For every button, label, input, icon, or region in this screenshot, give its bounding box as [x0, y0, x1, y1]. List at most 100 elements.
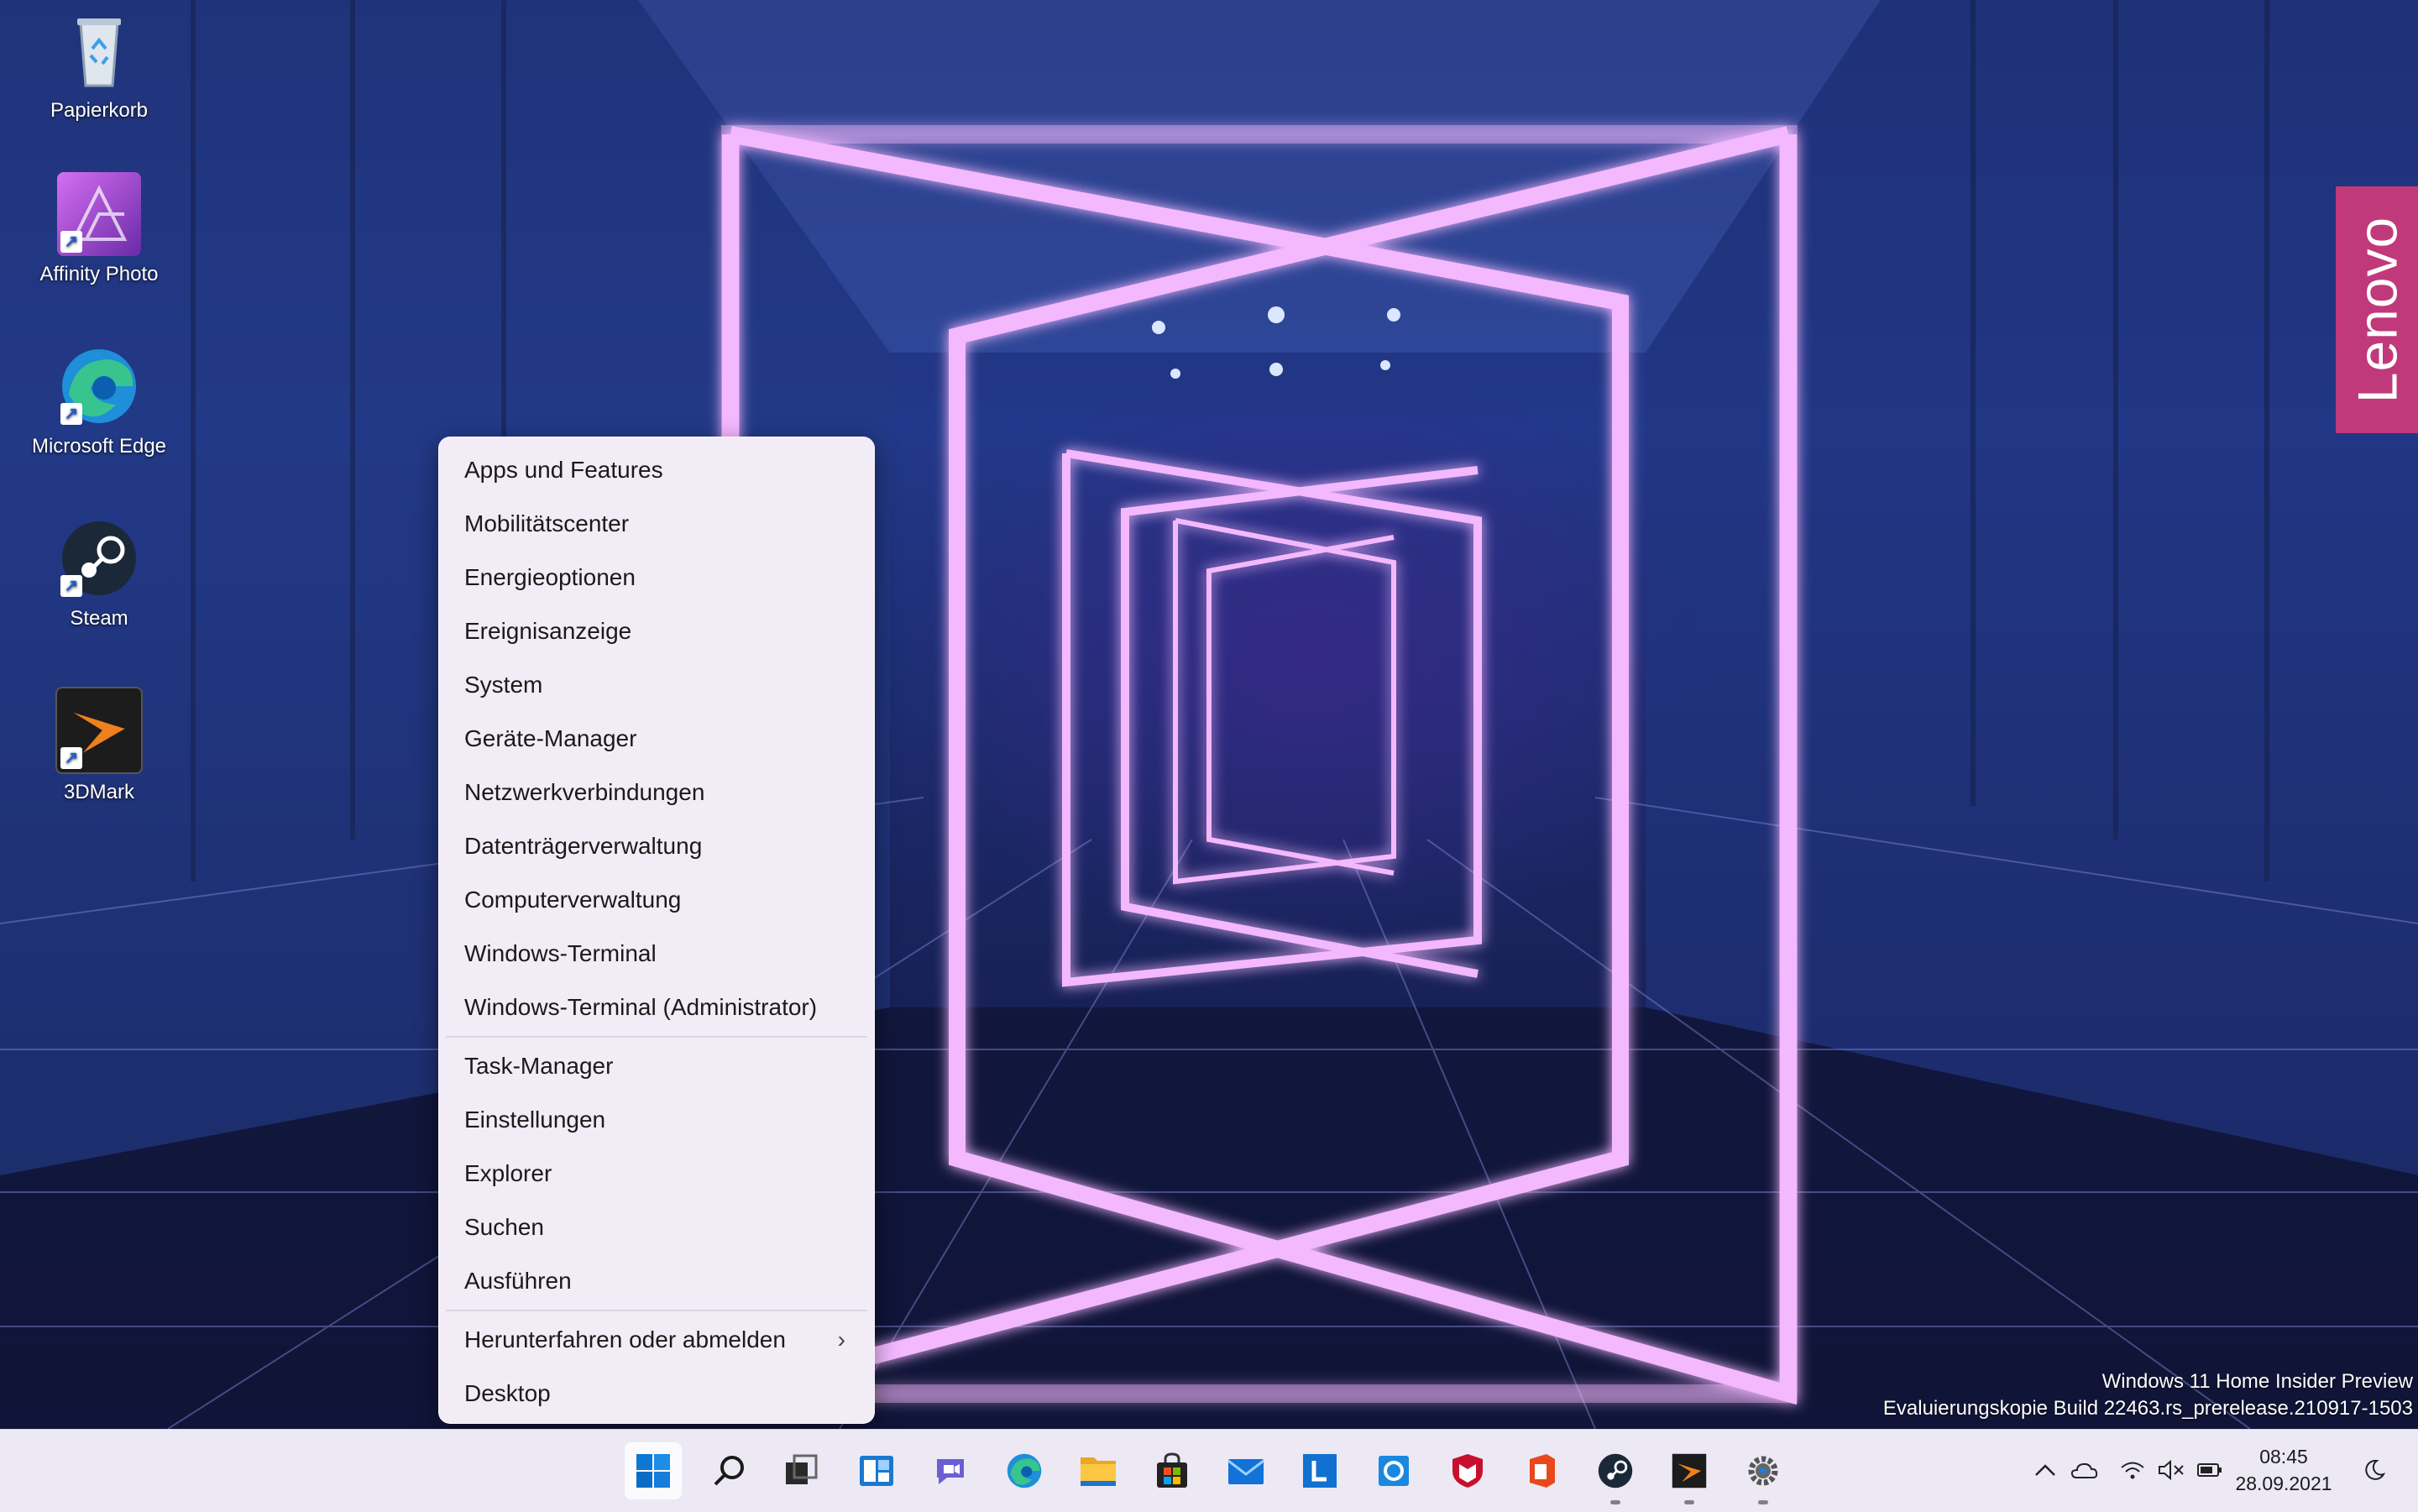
search-button[interactable]: [700, 1442, 757, 1499]
menu-item-label: Ereignisanzeige: [464, 618, 632, 644]
shortcut-arrow-icon: ↗: [60, 231, 82, 253]
shortcut-arrow-icon: ↗: [60, 403, 82, 425]
menu-item-shutdown-signout[interactable]: Herunterfahren oder abmelden ›: [446, 1315, 867, 1365]
clock-date: 28.09.2021: [2235, 1473, 2332, 1494]
menu-item-label: Energieoptionen: [464, 564, 636, 590]
menu-item-computer-management[interactable]: Computerverwaltung: [446, 875, 867, 925]
menu-item-device-manager[interactable]: Geräte-Manager: [446, 714, 867, 764]
widgets-button[interactable]: [848, 1442, 905, 1499]
menu-item-label: Suchen: [464, 1214, 544, 1240]
shortcut-arrow-icon: ↗: [60, 575, 82, 597]
menu-item-label: Datenträgerverwaltung: [464, 833, 703, 859]
mcafee-icon: [1452, 1454, 1483, 1488]
menu-item-label: Ausführen: [464, 1268, 572, 1294]
file-explorer-icon: [1081, 1457, 1116, 1486]
teams-chat-button[interactable]: [922, 1442, 979, 1499]
clock-time: 08:45: [2259, 1446, 2308, 1468]
settings-icon: [1748, 1456, 1778, 1486]
edge-icon: ↗: [57, 344, 141, 428]
menu-item-task-manager[interactable]: Task-Manager: [446, 1041, 867, 1091]
clock[interactable]: 08:45 28.09.2021: [2225, 1443, 2342, 1497]
watermark-build: Evaluierungskopie Build 22463.rs_prerele…: [1882, 1397, 2413, 1420]
office-button[interactable]: [1513, 1442, 1570, 1499]
teams-chat-icon: [937, 1459, 964, 1484]
running-indicator: [1610, 1500, 1620, 1504]
3dmark-icon: [1672, 1453, 1707, 1488]
edge-taskbar-button[interactable]: [996, 1442, 1053, 1499]
store-button[interactable]: [1144, 1442, 1201, 1499]
menu-separator: [446, 1036, 867, 1038]
show-hidden-icons-button[interactable]: [2030, 1455, 2060, 1485]
menu-item-windows-terminal-admin[interactable]: Windows-Terminal (Administrator): [446, 982, 867, 1033]
menu-item-windows-terminal[interactable]: Windows-Terminal: [446, 929, 867, 979]
file-explorer-button[interactable]: [1070, 1442, 1127, 1499]
desktop-icon-label: Steam: [70, 607, 128, 630]
3dmark-taskbar-button[interactable]: [1661, 1442, 1718, 1504]
neon-corridor-illustration: [0, 0, 2418, 1429]
battery-button[interactable]: [2195, 1455, 2225, 1485]
menu-item-desktop[interactable]: Desktop: [446, 1368, 867, 1419]
menu-item-power-options[interactable]: Energieoptionen: [446, 552, 867, 603]
settings-taskbar-button[interactable]: [1735, 1442, 1792, 1504]
evaluation-watermark: Windows 11 Home Insider Preview Evaluier…: [1883, 1368, 2413, 1422]
search-icon: [714, 1456, 744, 1486]
desktop-icon-steam[interactable]: ↗ Steam: [15, 516, 183, 630]
cortana-button[interactable]: [1365, 1442, 1422, 1499]
desktop-icon-3dmark[interactable]: ↗ 3DMark: [15, 687, 183, 804]
steam-taskbar-button[interactable]: [1587, 1442, 1644, 1504]
lenovo-vantage-button[interactable]: [1291, 1442, 1348, 1499]
menu-item-run[interactable]: Ausführen: [446, 1256, 867, 1306]
menu-item-label: Apps und Features: [464, 457, 663, 483]
menu-item-disk-management[interactable]: Datenträgerverwaltung: [446, 821, 867, 871]
menu-item-label: Task-Manager: [464, 1053, 614, 1079]
battery-icon: [2197, 1463, 2222, 1477]
network-button[interactable]: [2117, 1455, 2148, 1485]
menu-item-event-viewer[interactable]: Ereignisanzeige: [446, 606, 867, 657]
menu-item-label: Explorer: [464, 1160, 552, 1186]
notifications-button[interactable]: [2359, 1455, 2389, 1485]
cortana-icon: [1379, 1456, 1409, 1486]
menu-item-explorer[interactable]: Explorer: [446, 1148, 867, 1199]
volume-button[interactable]: [2156, 1455, 2186, 1485]
menu-item-label: Geräte-Manager: [464, 725, 637, 751]
taskbar: 08:45 28.09.2021: [0, 1429, 2418, 1512]
menu-item-label: Einstellungen: [464, 1107, 606, 1133]
office-icon: [1530, 1454, 1555, 1488]
desktop-icon-microsoft-edge[interactable]: ↗ Microsoft Edge: [15, 344, 183, 458]
lenovo-logo: Lenovo: [2336, 186, 2418, 433]
shortcut-arrow-icon: ↗: [60, 747, 82, 769]
desktop-icon-affinity-photo[interactable]: ↗ Affinity Photo: [15, 172, 183, 286]
menu-item-label: Desktop: [464, 1380, 551, 1406]
start-icon: [636, 1454, 670, 1488]
running-indicator: [1758, 1500, 1768, 1504]
menu-item-network-connections[interactable]: Netzwerkverbindungen: [446, 767, 867, 818]
menu-item-settings[interactable]: Einstellungen: [446, 1095, 867, 1145]
widgets-icon: [860, 1456, 893, 1486]
steam-icon: [1598, 1453, 1633, 1488]
task-view-button[interactable]: [772, 1442, 830, 1499]
menu-item-mobility-center[interactable]: Mobilitätscenter: [446, 499, 867, 549]
wifi-icon: [2121, 1462, 2144, 1479]
running-indicator: [1684, 1500, 1694, 1504]
desktop-icon-label: Affinity Photo: [39, 263, 159, 285]
menu-item-label: Windows-Terminal (Administrator): [464, 994, 818, 1020]
desktop-icon-recycle-bin[interactable]: Papierkorb: [15, 8, 183, 123]
volume-muted-icon: [2159, 1460, 2184, 1480]
menu-item-label: Computerverwaltung: [464, 887, 682, 913]
task-view-icon: [786, 1454, 818, 1484]
start-button[interactable]: [625, 1442, 682, 1499]
menu-item-search[interactable]: Suchen: [446, 1202, 867, 1253]
store-icon: [1157, 1452, 1187, 1488]
menu-item-apps-features[interactable]: Apps und Features: [446, 445, 867, 495]
steam-icon: ↗: [57, 516, 141, 600]
3dmark-icon: ↗: [55, 687, 143, 774]
desktop-icon-label: Microsoft Edge: [31, 435, 167, 458]
mcafee-button[interactable]: [1439, 1442, 1496, 1499]
mail-icon: [1227, 1459, 1264, 1484]
menu-item-label: System: [464, 672, 543, 698]
onedrive-button[interactable]: [2069, 1455, 2099, 1485]
mail-button[interactable]: [1217, 1442, 1274, 1499]
menu-item-label: Windows-Terminal: [464, 940, 657, 966]
chevron-right-icon: ›: [837, 1326, 845, 1352]
menu-item-system[interactable]: System: [446, 660, 867, 710]
